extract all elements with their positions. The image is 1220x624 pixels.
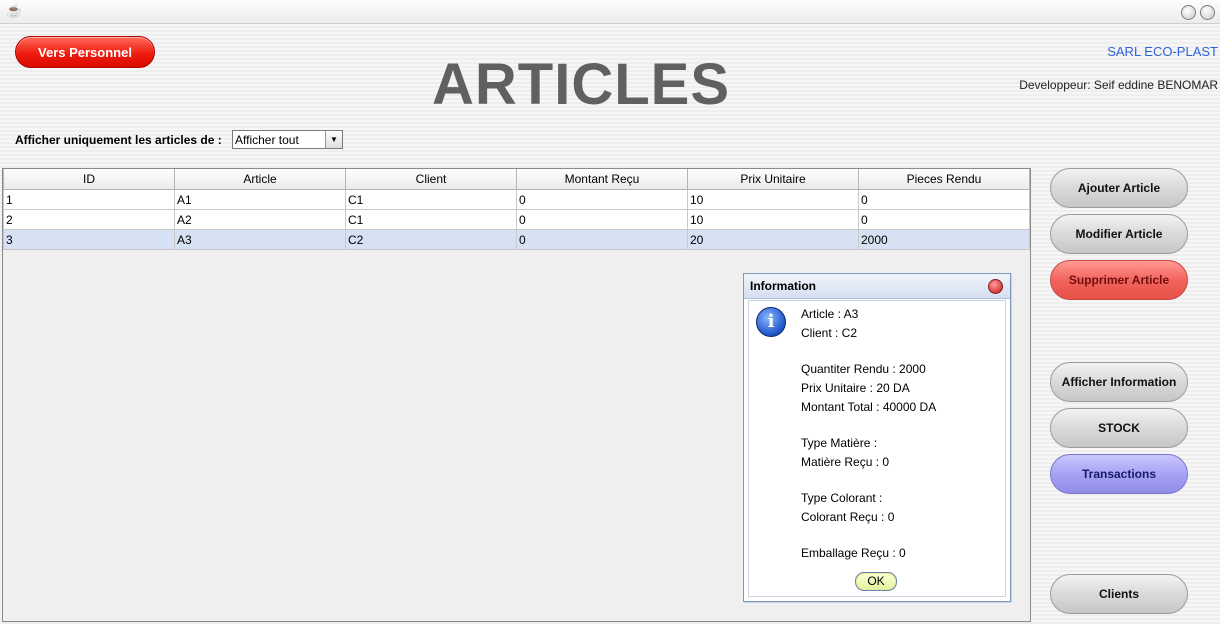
table-cell[interactable]: 0	[858, 189, 1030, 210]
table-cell[interactable]: A2	[174, 209, 346, 230]
table-row[interactable]: 1 A1 C1 0 10 0	[3, 189, 1030, 210]
info-prix-unitaire: Prix Unitaire : 20 DA	[801, 381, 910, 395]
info-emballage-recu: Emballage Reçu : 0	[801, 546, 906, 560]
table-cell[interactable]: 2	[3, 209, 175, 230]
filter-label: Afficher uniquement les articles de :	[15, 133, 222, 147]
column-header-prix-unitaire[interactable]: Prix Unitaire	[687, 169, 859, 190]
table-row[interactable]: 2 A2 C1 0 10 0	[3, 209, 1030, 230]
table-cell[interactable]: 0	[516, 189, 688, 210]
vers-personnel-button[interactable]: Vers Personnel	[15, 36, 155, 68]
supprimer-article-button[interactable]: Supprimer Article	[1050, 260, 1188, 300]
dialog-title-bar[interactable]: Information	[744, 274, 1010, 299]
table-cell[interactable]: 0	[858, 209, 1030, 230]
table-cell[interactable]: 20	[687, 229, 859, 250]
page-title: ARTICLES	[432, 52, 730, 117]
column-header-client[interactable]: Client	[345, 169, 517, 190]
stock-button[interactable]: STOCK	[1050, 408, 1188, 448]
table-cell[interactable]: C1	[345, 189, 517, 210]
coffee-cup-icon: ☕	[6, 3, 23, 18]
table-header-row: ID Article Client Montant Reçu Prix Unit…	[3, 169, 1030, 190]
info-client: Client : C2	[801, 326, 858, 340]
info-colorant-recu: Colorant Reçu : 0	[801, 510, 895, 524]
info-type-matiere: Type Matière :	[801, 436, 878, 450]
table-cell[interactable]: A3	[174, 229, 346, 250]
dialog-close-icon[interactable]	[988, 279, 1003, 294]
title-bar: ☕	[0, 0, 1220, 24]
transactions-button[interactable]: Transactions	[1050, 454, 1188, 494]
info-matiere-recu: Matière Reçu : 0	[801, 455, 890, 469]
afficher-information-button[interactable]: Afficher Information	[1050, 362, 1188, 402]
table-cell[interactable]: 2000	[858, 229, 1030, 250]
table-cell[interactable]: A1	[174, 189, 346, 210]
company-name: SARL ECO-PLAST	[1107, 44, 1218, 59]
client-filter-dropdown[interactable]: Afficher tout ▼	[232, 130, 343, 149]
modifier-article-button[interactable]: Modifier Article	[1050, 214, 1188, 254]
table-cell[interactable]: 0	[516, 229, 688, 250]
table-cell[interactable]: 3	[3, 229, 175, 250]
info-quantite-rendu: Quantiter Rendu : 2000	[801, 362, 926, 376]
info-type-colorant: Type Colorant :	[801, 491, 883, 505]
developer-credit: Developpeur: Seif eddine BENOMAR	[1019, 78, 1218, 92]
info-icon: i	[756, 307, 786, 337]
table-cell[interactable]: 10	[687, 189, 859, 210]
column-header-pieces-rendu[interactable]: Pieces Rendu	[858, 169, 1030, 190]
ajouter-article-button[interactable]: Ajouter Article	[1050, 168, 1188, 208]
table-row-selected[interactable]: 3 A3 C2 0 20 2000	[3, 229, 1030, 250]
table-cell[interactable]: C2	[345, 229, 517, 250]
client-filter-value: Afficher tout	[235, 133, 299, 147]
close-window-button[interactable]	[1200, 5, 1215, 20]
table-cell[interactable]: C1	[345, 209, 517, 230]
minimize-button[interactable]	[1181, 5, 1196, 20]
info-article: Article : A3	[801, 307, 859, 321]
clients-button[interactable]: Clients	[1050, 574, 1188, 614]
table-cell[interactable]: 1	[3, 189, 175, 210]
chevron-down-icon[interactable]: ▼	[325, 131, 342, 148]
table-cell[interactable]: 10	[687, 209, 859, 230]
information-dialog: Information i Article : A3 Client : C2 Q…	[743, 273, 1011, 602]
info-montant-total: Montant Total : 40000 DA	[801, 400, 937, 414]
column-header-montant-recu[interactable]: Montant Reçu	[516, 169, 688, 190]
column-header-id[interactable]: ID	[3, 169, 175, 190]
column-header-article[interactable]: Article	[174, 169, 346, 190]
ok-button[interactable]: OK	[855, 572, 897, 591]
table-cell[interactable]: 0	[516, 209, 688, 230]
dialog-title: Information	[750, 279, 816, 293]
